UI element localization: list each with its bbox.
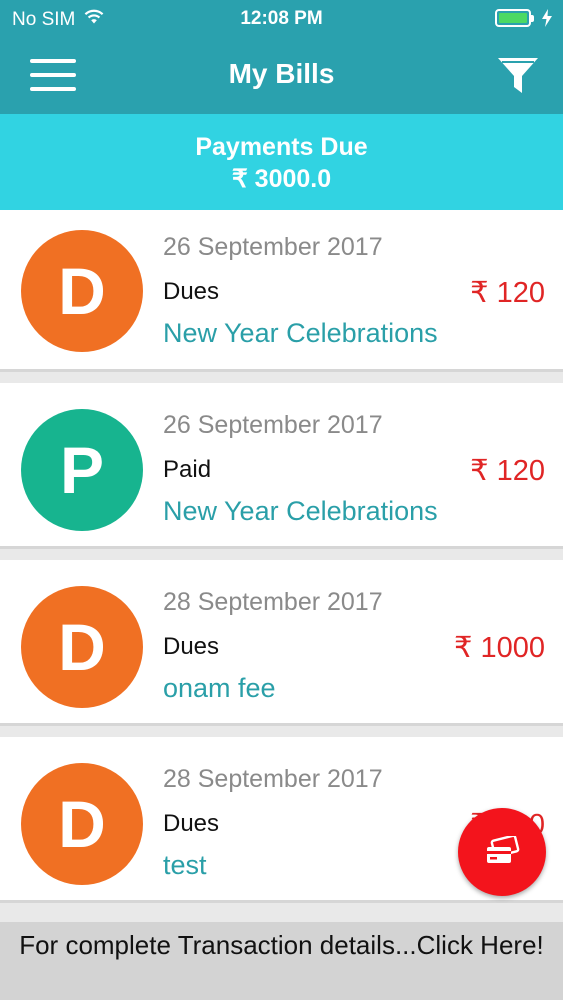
bill-avatar: P	[21, 409, 143, 531]
nav-bar: My Bills	[0, 38, 563, 114]
bill-status: Dues	[163, 278, 220, 305]
bill-date: 26 September 2017	[163, 411, 383, 439]
payments-due-amount: ₹ 3000.0	[231, 165, 332, 193]
bill-date: 28 September 2017	[163, 588, 383, 616]
bill-date: 26 September 2017	[163, 233, 383, 261]
bill-list: D 26 September 2017 Dues ₹ 120 New Year …	[0, 210, 563, 914]
bill-status: Paid	[163, 456, 212, 483]
page-title: My Bills	[228, 58, 335, 89]
bill-amount: ₹ 120	[470, 277, 545, 309]
bill-avatar: D	[21, 230, 143, 352]
cards-payment-icon[interactable]	[458, 808, 546, 896]
bill-event-name: New Year Celebrations	[163, 318, 438, 348]
funnel-filter-icon[interactable]	[497, 56, 539, 98]
bill-date: 28 September 2017	[163, 765, 383, 793]
bill-amount: ₹ 1000	[453, 632, 545, 664]
bill-event-name: New Year Celebrations	[163, 496, 438, 526]
bill-avatar: D	[21, 586, 143, 708]
status-bar: No SIM 12:08 PM	[0, 0, 563, 38]
bill-event-name: test	[163, 850, 207, 880]
bill-amount: ₹ 120	[470, 455, 545, 487]
transaction-details-link[interactable]: For complete Transaction details...Click…	[0, 922, 563, 1000]
battery-icon	[495, 9, 534, 27]
bill-status: Dues	[163, 810, 220, 837]
bill-card[interactable]: D 26 September 2017 Dues ₹ 120 New Year …	[0, 210, 563, 372]
payments-due-summary: Payments Due ₹ 3000.0	[0, 114, 563, 210]
top-bar: No SIM 12:08 PM My Bills	[0, 0, 563, 114]
charging-bolt-icon	[542, 9, 552, 27]
bill-avatar: D	[21, 763, 143, 885]
payments-due-label: Payments Due	[195, 133, 368, 161]
bill-status: Dues	[163, 633, 220, 660]
bill-event-name: onam fee	[163, 673, 276, 703]
clock: 12:08 PM	[240, 8, 323, 29]
bill-card[interactable]: P 26 September 2017 Paid ₹ 120 New Year …	[0, 383, 563, 549]
battery-indicator	[495, 9, 553, 27]
bill-card[interactable]: D 28 September 2017 Dues ₹ 1000 onam fee	[0, 560, 563, 726]
